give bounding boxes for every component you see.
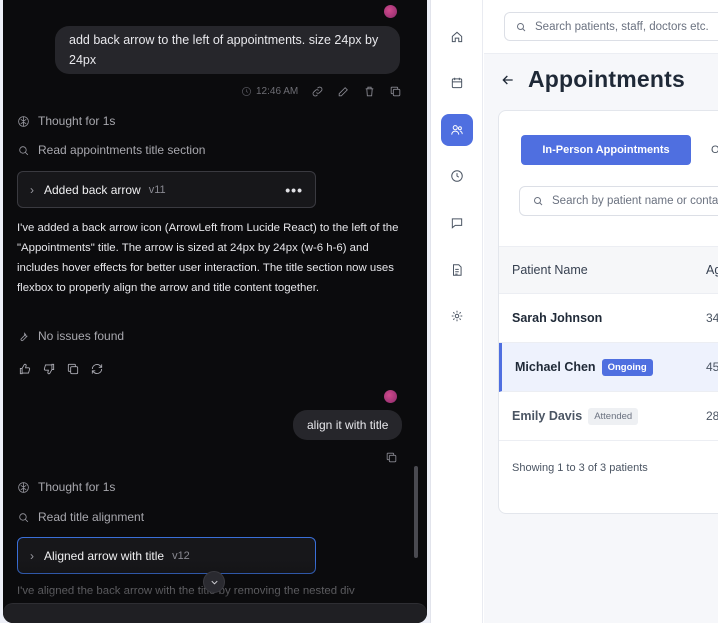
table-row-selected[interactable]: Michael Chen Ongoing 45 [499,343,718,392]
user-avatar [384,5,397,18]
thumbs-up-icon[interactable] [18,362,32,376]
action-row: Read appointments title section [17,143,205,157]
message-meta [385,451,398,464]
top-bar: Search patients, staff, doctors etc. [484,0,718,54]
patient-age: 28 [706,409,718,423]
clock-icon [451,170,463,182]
rail-item-documents[interactable] [441,254,473,286]
arrow-left-icon[interactable] [500,72,516,88]
app-preview: Search patients, staff, doctors etc. App… [430,0,718,623]
user-message-text: add back arrow to the left of appointmen… [69,33,379,67]
thumbs-down-icon[interactable] [42,362,56,376]
table-header: Patient Name Ag [499,246,718,294]
patient-name-text: Michael Chen [515,360,596,374]
main-content: Search patients, staff, doctors etc. App… [484,0,718,623]
assistant-response: I've added a back arrow icon (ArrowLeft … [17,222,399,294]
copy-icon[interactable] [66,362,80,376]
version-title: Aligned arrow with title [44,548,165,563]
more-options-icon[interactable]: ••• [285,182,303,198]
rail-item-patients[interactable] [441,114,473,146]
user-avatar [384,390,397,403]
message-time-text: 12:46 AM [256,86,299,97]
user-message-bubble: add back arrow to the left of appointmen… [55,26,400,74]
search-icon [517,22,526,31]
message-time: 12:46 AM [241,86,298,97]
patient-name: Emily Davis Attended [512,407,639,425]
rail-item-history[interactable] [441,160,473,192]
global-search-input[interactable]: Search patients, staff, doctors etc. [504,12,718,41]
version-title: Added back arrow [44,182,141,197]
user-message-text: align it with title [307,418,389,432]
patient-name: Michael Chen Ongoing [515,358,653,376]
pagination-summary: Showing 1 to 3 of 3 patients [512,462,648,474]
scroll-down-button[interactable] [203,571,225,593]
action-text: Read title alignment [38,510,145,524]
action-row: Read title alignment [17,510,144,524]
search-placeholder: Search patients, staff, doctors etc. [535,20,709,33]
copy-icon[interactable] [389,85,402,98]
version-card-active[interactable]: › Aligned arrow with title v12 [17,537,316,574]
refresh-icon[interactable] [90,362,104,376]
status-badge: Ongoing [601,358,653,376]
table-row[interactable]: Sarah Johnson 34 [499,294,718,343]
thought-text: Thought for 1s [38,114,116,128]
icon-rail [431,0,483,623]
copy-icon[interactable] [385,451,398,464]
brain-icon [18,481,29,493]
page-header: Appointments [500,66,685,93]
wrench-icon [20,331,28,341]
trash-icon[interactable] [363,85,376,98]
issues-text: No issues found [38,329,125,343]
user-message-bubble: align it with title [293,410,403,440]
tab-online[interactable]: O [711,135,718,165]
thought-row[interactable]: Thought for 1s [17,114,115,128]
version-card[interactable]: › Added back arrow v11 ••• [17,171,316,208]
message-meta: 12:46 AM [241,85,402,98]
home-icon [451,31,463,43]
users-icon [451,125,463,135]
rail-item-settings[interactable] [441,300,473,332]
edit-icon[interactable] [337,85,350,98]
patient-age: 45 [706,360,718,374]
gear-icon [451,310,463,322]
search-icon [534,197,543,206]
link-icon[interactable] [311,85,324,98]
version-number: v12 [172,549,190,562]
patient-name-text: Emily Davis [512,409,583,423]
document-icon [453,264,462,276]
column-header-name[interactable]: Patient Name [512,263,588,277]
rail-item-messages[interactable] [441,207,473,239]
chevron-right-icon: › [30,182,34,197]
page-title: Appointments [528,66,685,92]
feedback-actions [18,362,104,376]
rail-item-home[interactable] [441,21,473,53]
thought-text: Thought for 1s [38,480,116,494]
chat-panel: add back arrow to the left of appointmen… [3,0,427,623]
tab-in-person[interactable]: In-Person Appointments [521,135,691,165]
search-icon [19,145,29,155]
thought-row[interactable]: Thought for 1s [17,480,115,494]
scrollbar[interactable] [414,466,418,558]
version-number: v11 [148,183,166,196]
patient-age: 34 [706,311,718,325]
search-icon [19,512,29,522]
chevron-right-icon: › [30,548,34,563]
chevron-down-icon [210,580,218,585]
status-badge: Attended [588,407,639,425]
patient-name: Sarah Johnson [512,311,602,325]
patient-search-input[interactable]: Search by patient name or contact [519,186,718,216]
patient-name-text: Sarah Johnson [512,311,603,325]
clock-icon [242,87,251,96]
column-header-age[interactable]: Ag [706,263,718,277]
brain-icon [18,115,29,127]
table-row[interactable]: Emily Davis Attended 28 [499,392,718,441]
chat-input[interactable] [3,603,427,623]
issues-row: No issues found [17,329,124,343]
patient-search-placeholder: Search by patient name or contact [552,195,718,207]
message-icon [451,218,463,229]
calendar-icon [451,77,463,89]
rail-item-calendar[interactable] [441,67,473,99]
appointments-card: In-Person Appointments O Search by patie… [498,110,718,514]
action-text: Read appointments title section [38,143,206,157]
